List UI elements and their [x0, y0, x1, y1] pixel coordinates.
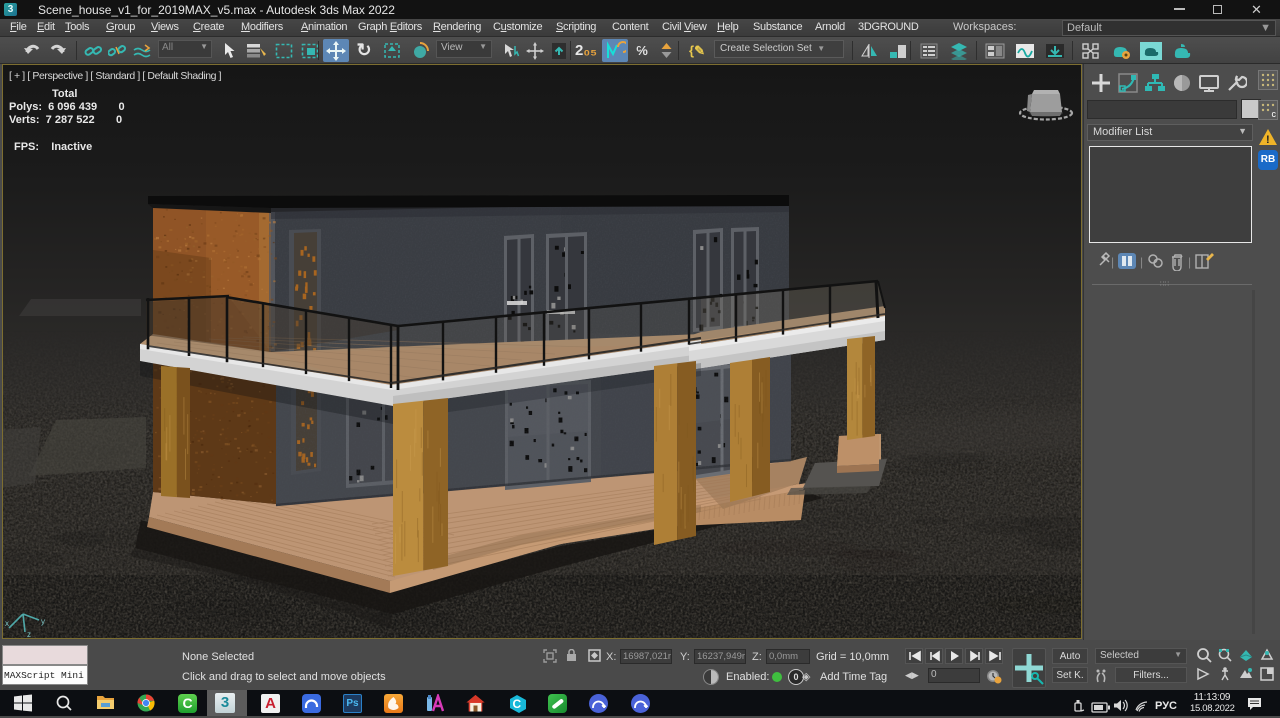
svg-text:!: !	[1266, 134, 1270, 146]
svg-text:x: x	[5, 619, 9, 628]
svg-text:|: |	[1140, 255, 1143, 269]
svg-text:y: y	[41, 617, 45, 626]
svg-text:z: z	[27, 630, 31, 638]
svg-text:C: C	[513, 697, 522, 711]
svg-text:|: |	[1111, 255, 1114, 269]
svg-text:|: |	[1188, 255, 1191, 269]
